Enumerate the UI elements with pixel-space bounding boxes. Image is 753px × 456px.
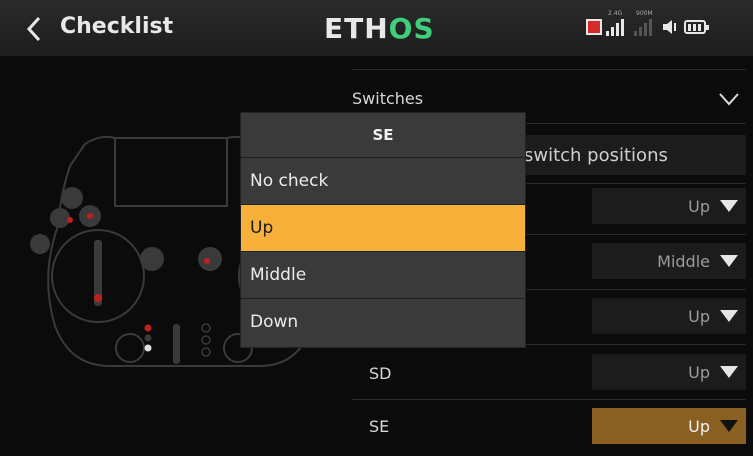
switch-se-label: SE xyxy=(369,417,390,436)
switch-sc-dropdown[interactable]: Up xyxy=(592,298,746,334)
caret-down-icon xyxy=(720,200,738,212)
rf-band-label: 900M xyxy=(636,10,653,17)
alert-indicator-icon xyxy=(586,19,602,35)
switch-sd-label: SD xyxy=(369,364,392,383)
rf-24g-signal: 2.4G xyxy=(606,10,624,36)
divider xyxy=(352,399,746,400)
switch-sa-dropdown[interactable]: Up xyxy=(592,188,746,224)
speaker-icon xyxy=(663,20,676,34)
logo-accent-text: OS xyxy=(388,12,435,45)
caret-down-icon xyxy=(720,255,738,267)
switch-position-popup: SE No check Up Middle Down xyxy=(241,113,525,347)
status-icons: 2.4G 900M xyxy=(586,10,709,36)
switch-se-dropdown[interactable]: Up xyxy=(592,408,746,444)
option-no-check[interactable]: No check xyxy=(241,158,525,205)
switches-label: Switches xyxy=(352,89,424,108)
divider xyxy=(352,69,746,70)
switch-sb-dropdown[interactable]: Middle xyxy=(592,243,746,279)
rf-900m-signal: 900M xyxy=(634,10,653,36)
top-bar: Checklist ETHOS 2.4G 900M xyxy=(0,0,753,56)
option-up[interactable]: Up xyxy=(241,205,525,252)
chevron-left-icon xyxy=(26,16,41,42)
popup-title: SE xyxy=(241,113,525,158)
switch-positions-label: switch positions xyxy=(524,144,668,166)
page-title: Checklist xyxy=(60,14,174,39)
dropdown-value: Up xyxy=(688,196,710,216)
dropdown-value: Up xyxy=(688,306,710,326)
dropdown-value: Up xyxy=(688,362,710,382)
battery-icon xyxy=(684,20,709,34)
signal-bars-icon xyxy=(606,18,624,36)
screen: Checklist ETHOS 2.4G 900M Switches switc… xyxy=(0,0,753,456)
logo-main-text: ETH xyxy=(324,12,389,45)
switch-sd-dropdown[interactable]: Up xyxy=(592,354,746,390)
option-middle[interactable]: Middle xyxy=(241,252,525,299)
back-button[interactable] xyxy=(14,12,54,46)
caret-down-icon xyxy=(720,420,738,432)
caret-down-icon xyxy=(720,366,738,378)
option-down[interactable]: Down xyxy=(241,299,525,346)
dropdown-value: Middle xyxy=(657,251,710,271)
ethos-logo: ETHOS xyxy=(324,12,435,45)
signal-bars-icon xyxy=(634,18,652,36)
chevron-down-icon[interactable] xyxy=(718,92,740,106)
switch-positions-button[interactable]: switch positions xyxy=(510,135,746,175)
dropdown-value: Up xyxy=(688,416,710,436)
rf-band-label: 2.4G xyxy=(608,10,623,17)
caret-down-icon xyxy=(720,310,738,322)
